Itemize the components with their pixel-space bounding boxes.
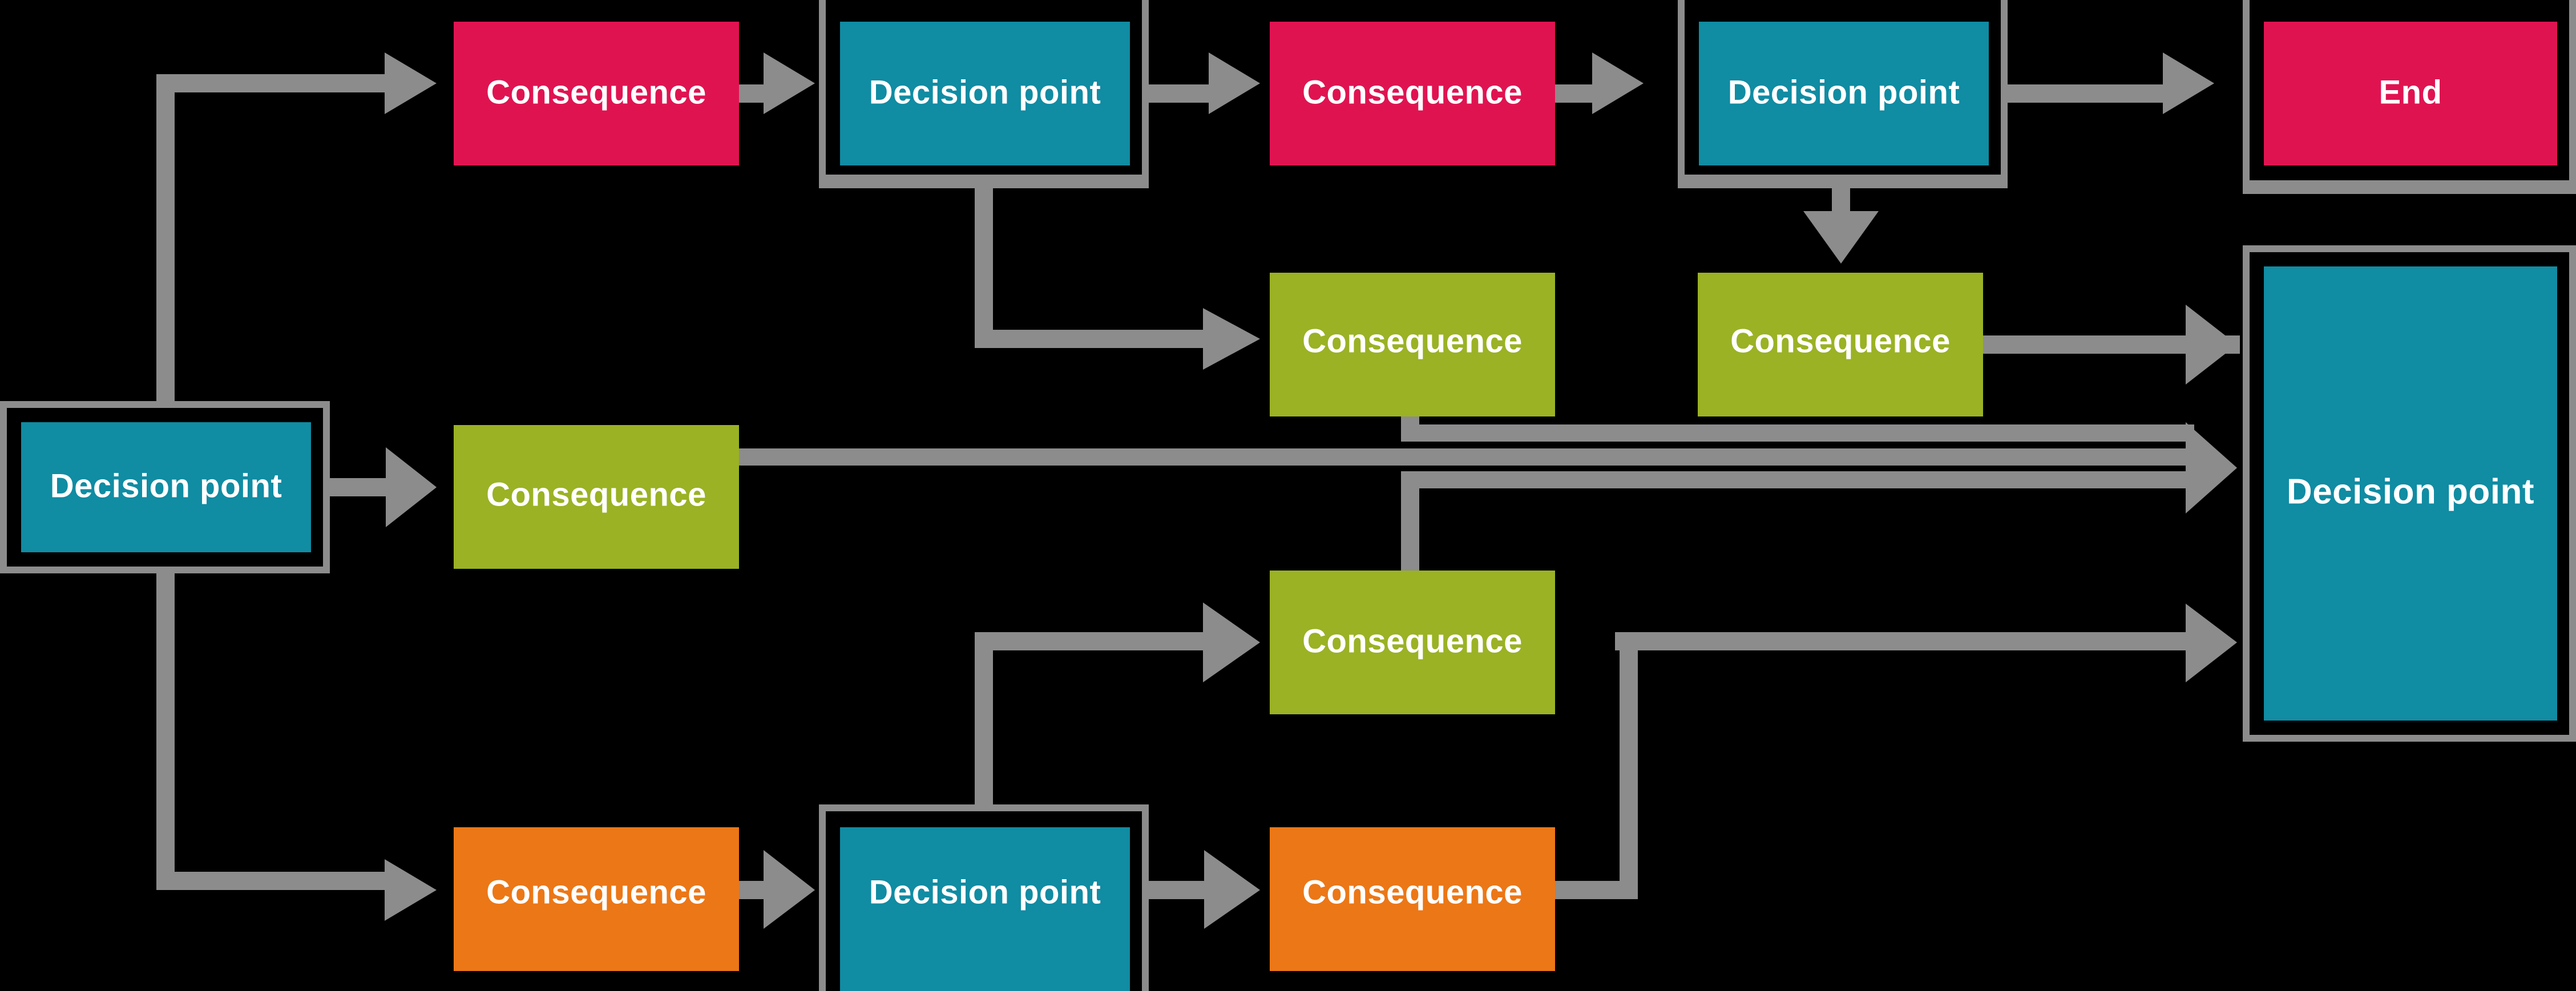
edge-lower-parallel	[1401, 471, 2194, 574]
edge-d1b-to-end	[2008, 52, 2214, 114]
edge-d1-r2c1-v	[975, 188, 993, 330]
edge-dbottom-r3-h	[975, 632, 1203, 650]
arrowhead-start-top	[385, 52, 437, 114]
edge-lower-v	[1401, 471, 1419, 574]
edge-d1-to-r2c1	[975, 188, 1260, 370]
consequence-r1c2-label: Consequence	[1302, 74, 1523, 111]
node-consequence-bottom-right[interactable]: Consequence	[1270, 827, 1555, 971]
node-decision-r1b[interactable]: Decision point	[1678, 0, 2008, 188]
edge-mid-to-decision-end	[739, 448, 2194, 466]
arrowhead-r2c2-end	[2186, 305, 2237, 385]
edge-lower-h	[1401, 471, 2194, 488]
edge-d1b-to-r2c2	[1803, 188, 1879, 264]
arrowhead-d1-r2c1	[1203, 308, 1260, 370]
edge-r2c1-to-decision-end	[1401, 416, 2194, 442]
edge-r3-h	[1615, 632, 2194, 650]
edge-bottomright-to-decision-end	[1555, 632, 1638, 899]
edge-mid-h	[739, 448, 2194, 466]
arrowhead-start-mid	[386, 447, 437, 527]
node-consequence-r2c2[interactable]: Consequence	[1698, 273, 1983, 416]
node-consequence-r3[interactable]: Consequence	[1270, 571, 1555, 714]
edge-start-to-mid-h	[346, 478, 386, 496]
edge-br-v	[1620, 632, 1638, 899]
flowchart-svg: Decision point Consequence Decision poin…	[0, 0, 2576, 991]
arrowhead-d1-r1c2	[1209, 52, 1260, 114]
node-decision-bottom[interactable]: Decision point	[819, 804, 1149, 991]
node-end[interactable]: End	[2243, 0, 2576, 194]
decision-end-label: Decision point	[2287, 472, 2534, 511]
decision-bottom-label: Decision point	[869, 873, 1101, 911]
edge-r2c2-to-decision-end	[1983, 305, 2240, 385]
arrowhead-d1b-end	[2163, 52, 2214, 114]
node-consequence-r1c2[interactable]: Consequence	[1270, 22, 1555, 165]
node-consequence-bottom-left[interactable]: Consequence	[454, 827, 739, 971]
edge-r3-to-decision-end	[1615, 604, 2237, 682]
edge-bottomleft-to-dbottom	[739, 850, 815, 929]
edge-dbottom-to-r3	[975, 602, 1260, 806]
node-decision-start[interactable]: Decision point	[0, 401, 330, 573]
arrowhead-d1b-r2c2	[1803, 211, 1879, 264]
arrowhead-start-bottom	[385, 859, 437, 921]
decision-r1b-label: Decision point	[1728, 74, 1960, 111]
consequence-r1c1-label: Consequence	[486, 74, 706, 111]
arrowhead-merged-middle	[2186, 422, 2237, 513]
edge-dbottom-br-line	[1149, 881, 1209, 899]
edge-dbottom-r3-v	[975, 650, 993, 806]
node-consequence-r1c1[interactable]: Consequence	[454, 22, 739, 165]
edge-start-to-top-h	[156, 74, 385, 92]
node-decision-end[interactable]: Decision point	[2243, 245, 2576, 742]
node-consequence-r2c1[interactable]: Consequence	[1270, 273, 1555, 416]
node-consequence-mid[interactable]: Consequence	[454, 425, 739, 569]
decision-start-label: Decision point	[50, 467, 282, 504]
node-decision-r1[interactable]: Decision point	[819, 0, 1149, 188]
end-label: End	[2379, 74, 2442, 111]
edge-start-to-bottom-h	[156, 872, 385, 890]
edge-dbottom-to-bottomright	[1149, 850, 1260, 929]
flowchart-canvas: Decision point Consequence Decision poin…	[0, 0, 2576, 991]
edge-d1-to-r1c2	[1149, 52, 1260, 114]
edge-d1b-end-line	[2008, 84, 2173, 103]
edge-r2c1-h	[1401, 424, 2194, 442]
consequence-bottom-left-label: Consequence	[486, 873, 706, 911]
edge-r1c1-to-d1	[739, 52, 815, 114]
consequence-bottom-right-label: Consequence	[1302, 873, 1523, 911]
consequence-r3-label: Consequence	[1302, 622, 1523, 660]
consequence-r2c1-label: Consequence	[1302, 322, 1523, 359]
arrowhead-dbottom-br	[1204, 850, 1260, 929]
arrowhead-dbottom-r3	[1203, 602, 1260, 682]
edge-d1-r2c1-h	[975, 330, 1203, 348]
arrowhead-r1c1-d1	[764, 52, 815, 114]
edge-br-h1	[1555, 881, 1629, 899]
arrowhead-r1c2-d1b	[1592, 52, 1644, 114]
consequence-mid-label: Consequence	[486, 476, 706, 513]
decision-r1-label: Decision point	[869, 74, 1101, 111]
edge-r1c2-to-d1b	[1555, 52, 1644, 114]
arrowhead-bl-dbottom	[764, 850, 815, 929]
arrowhead-r3-end	[2186, 604, 2237, 682]
consequence-r2c2-label: Consequence	[1730, 322, 1951, 359]
